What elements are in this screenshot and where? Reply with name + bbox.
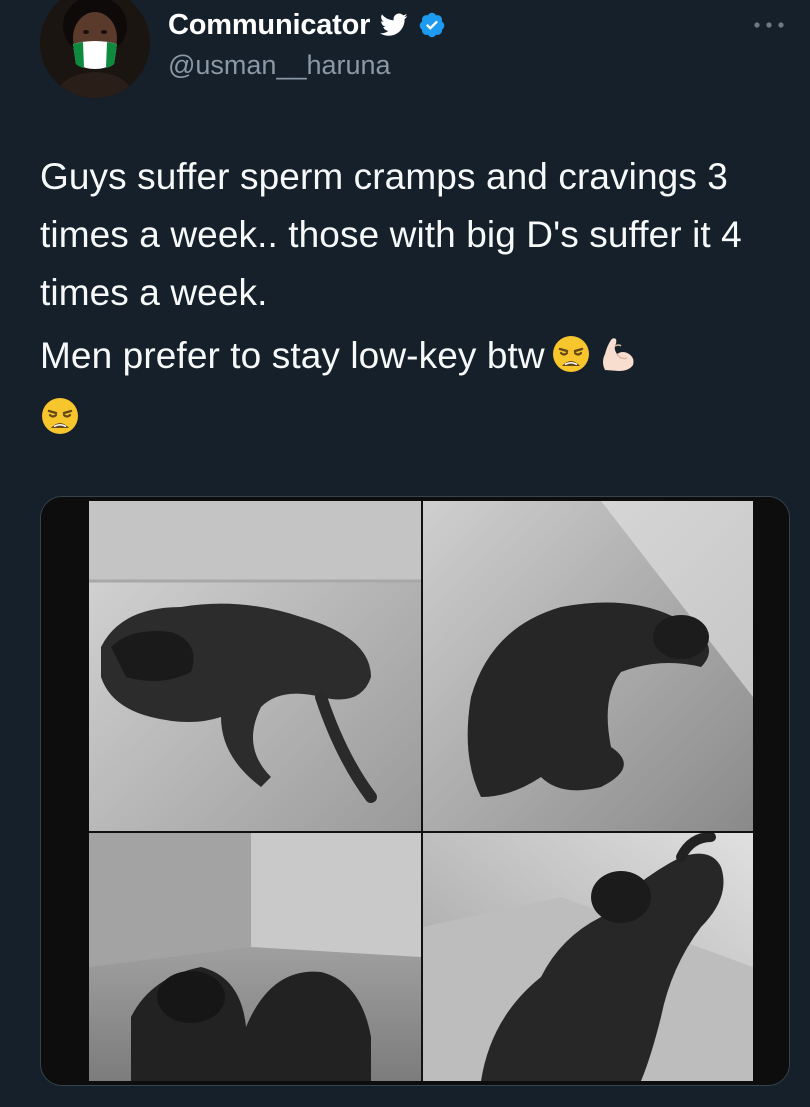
more-options-button[interactable] (744, 10, 794, 40)
tweet-paragraph-2-text: Men prefer to stay low-key btw (40, 335, 545, 376)
photo-panel-bottom-right (423, 832, 753, 1081)
tweet-media-image[interactable] (40, 496, 790, 1086)
tweet-paragraph-2: Men prefer to stay low-key btw (40, 327, 780, 391)
weary-face-icon (551, 333, 591, 391)
verified-badge-icon (418, 11, 446, 39)
more-options-icon (752, 16, 786, 34)
tweet-header: Communicator @usman__haruna (0, 0, 810, 110)
tweet-paragraph-1: Guys suffer sperm cramps and cravings 3 … (40, 156, 742, 313)
avatar[interactable] (40, 0, 150, 98)
display-name[interactable]: Communicator (168, 9, 370, 42)
weary-face-icon (40, 395, 80, 453)
tweet-paragraph-3 (40, 391, 780, 453)
flexed-biceps-icon (597, 333, 639, 391)
user-handle[interactable]: @usman__haruna (168, 50, 391, 81)
name-row: Communicator (168, 6, 446, 44)
tweet-text: Guys suffer sperm cramps and cravings 3 … (40, 148, 780, 453)
photo-panel-bottom-left (89, 833, 421, 1081)
tweet-container: Communicator @usman__haruna Guys suffer … (0, 0, 810, 1107)
photo-panel-top-right (423, 501, 753, 831)
twitter-bird-icon (380, 13, 408, 37)
photo-panel-top-left (89, 501, 421, 831)
